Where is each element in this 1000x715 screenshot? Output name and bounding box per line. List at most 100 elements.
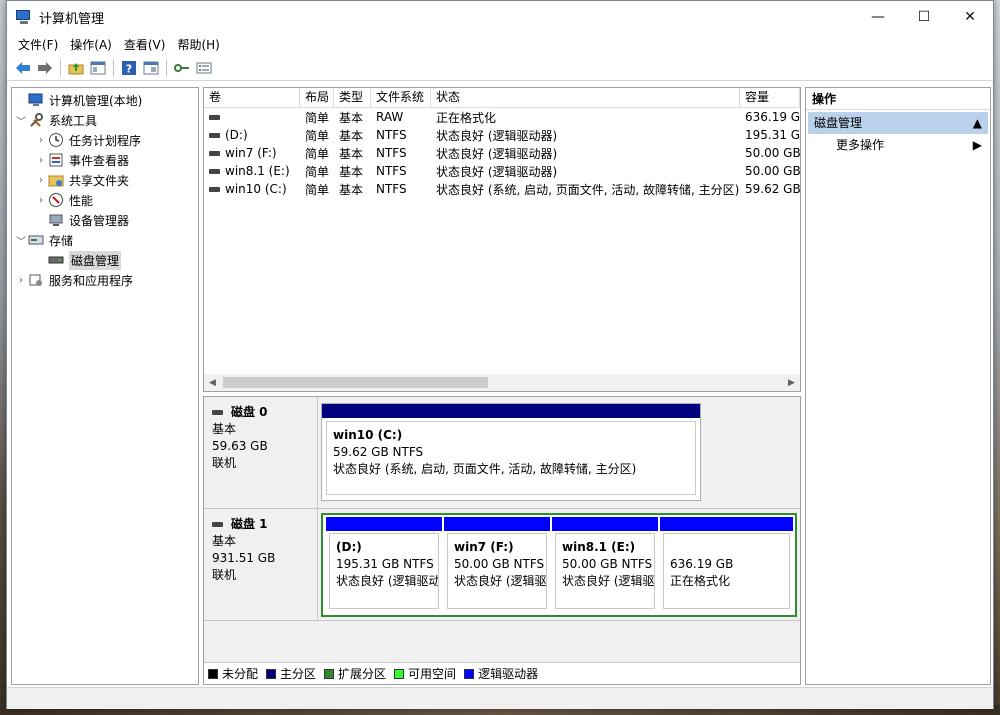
tree-item-system-tools[interactable]: ﹀ 系统工具 xyxy=(12,110,198,130)
tree-item-root[interactable]: 计算机管理(本地) xyxy=(12,90,198,110)
logical-drive-bar xyxy=(552,517,658,531)
scroll-thumb[interactable] xyxy=(223,377,488,388)
volume-name: win7 (F:) xyxy=(225,146,277,160)
legend-logical: 逻辑驱动器 xyxy=(464,665,538,682)
menu-bar: 文件(F) 操作(A) 查看(V) 帮助(H) xyxy=(7,33,993,55)
tree-item-storage[interactable]: ﹀ 存储 xyxy=(12,230,198,250)
console-tree[interactable]: 计算机管理(本地) ﹀ 系统工具 › 任务计划程序 › 事件查看器 › 共享文件… xyxy=(11,87,199,685)
volume-icon xyxy=(209,151,220,156)
extended-partition[interactable]: (D:) 195.31 GB NTFS 状态良好 (逻辑驱动器) win7 (F xyxy=(321,513,797,617)
cell-capacity: 59.62 GB xyxy=(745,182,800,196)
expanded-chevron-icon[interactable]: ﹀ xyxy=(14,113,28,128)
cell-filesystem: RAW xyxy=(376,110,404,124)
help-button[interactable]: ? xyxy=(118,57,140,79)
disk-icon xyxy=(212,410,223,415)
show-hide-tree-button[interactable] xyxy=(87,57,109,79)
legend-label: 主分区 xyxy=(280,667,317,681)
table-row[interactable]: win10 (C:) 简单 基本 NTFS 状态良好 (系统, 启动, 页面文件… xyxy=(204,180,800,198)
disk-0-info[interactable]: 磁盘 0 基本 59.63 GB 联机 xyxy=(204,397,318,508)
volume-name: win8.1 (E:) xyxy=(225,164,290,178)
collapsed-chevron-icon[interactable]: › xyxy=(34,195,48,206)
back-button[interactable] xyxy=(12,57,34,79)
partition-formatting[interactable]: 636.19 GB 正在格式化 xyxy=(660,517,793,613)
tree-item-event-viewer[interactable]: › 事件查看器 xyxy=(12,150,198,170)
more-actions[interactable]: 更多操作 ▶ xyxy=(806,134,990,156)
logical-drive-bar xyxy=(660,517,793,531)
scroll-right-icon[interactable]: ▶ xyxy=(783,378,800,388)
status-bar xyxy=(7,687,993,709)
menu-file[interactable]: 文件(F) xyxy=(12,36,64,53)
legend-label: 可用空间 xyxy=(408,667,457,681)
tree-label: 存储 xyxy=(49,233,74,248)
disk-icon xyxy=(212,522,223,527)
collapse-up-icon[interactable]: ▲ xyxy=(973,112,982,134)
connect-button[interactable] xyxy=(171,57,193,79)
more-actions-label: 更多操作 xyxy=(836,138,885,152)
column-header-layout[interactable]: 布局 xyxy=(300,88,334,107)
collapsed-chevron-icon[interactable]: › xyxy=(14,275,28,286)
tree-item-performance[interactable]: › 性能 xyxy=(12,190,198,210)
scroll-track[interactable] xyxy=(221,374,783,391)
collapsed-chevron-icon[interactable]: › xyxy=(34,135,48,146)
disk-size: 59.63 GB xyxy=(212,439,268,453)
legend-swatch xyxy=(266,668,277,679)
toolbar-separator xyxy=(113,58,114,77)
column-header-capacity[interactable]: 容量 xyxy=(740,88,800,107)
tree-item-disk-management[interactable]: 磁盘管理 xyxy=(12,250,198,270)
maximize-button[interactable]: ☐ xyxy=(901,1,947,33)
logical-drive-bar xyxy=(326,517,442,531)
column-header-filesystem[interactable]: 文件系统 xyxy=(371,88,431,107)
disk-state: 联机 xyxy=(212,456,237,470)
disk-1-row: 磁盘 1 基本 931.51 GB 联机 (D:) 195.31 GB NTFS xyxy=(204,509,800,621)
expanded-chevron-icon[interactable]: ﹀ xyxy=(14,233,28,248)
disk-graphical-view[interactable]: 磁盘 0 基本 59.63 GB 联机 win10 (C:) 59.62 GB … xyxy=(203,396,801,685)
cell-layout: 简单 xyxy=(305,128,330,143)
shared-folder-icon xyxy=(48,172,64,188)
actions-section-label: 磁盘管理 xyxy=(814,116,863,130)
legend-label: 逻辑驱动器 xyxy=(478,667,539,681)
menu-help[interactable]: 帮助(H) xyxy=(171,36,225,53)
tree-item-shared-folders[interactable]: › 共享文件夹 xyxy=(12,170,198,190)
tree-item-task-scheduler[interactable]: › 任务计划程序 xyxy=(12,130,198,150)
collapsed-chevron-icon[interactable]: › xyxy=(34,175,48,186)
table-row[interactable]: 简单 基本 RAW 正在格式化 636.19 G xyxy=(204,108,800,126)
menu-action[interactable]: 操作(A) xyxy=(64,36,118,53)
partition-f[interactable]: win7 (F:) 50.00 GB NTFS 状态良好 (逻辑驱动器) xyxy=(444,517,550,613)
legend-label: 扩展分区 xyxy=(338,667,387,681)
partition-c[interactable]: win10 (C:) 59.62 GB NTFS 状态良好 (系统, 启动, 页… xyxy=(321,403,701,501)
title-bar[interactable]: 计算机管理 — ☐ ✕ xyxy=(7,1,993,33)
tree-item-services-apps[interactable]: › 服务和应用程序 xyxy=(12,270,198,290)
menu-view[interactable]: 查看(V) xyxy=(118,36,172,53)
volume-list[interactable]: 卷 布局 类型 文件系统 状态 容量 简单 基本 RAW 正在格式化 636.1… xyxy=(203,87,801,392)
disk-name: 磁盘 0 xyxy=(231,405,268,419)
volume-name: (D:) xyxy=(225,128,248,142)
partition-e[interactable]: win8.1 (E:) 50.00 GB NTFS 状态良好 (逻辑驱动器) xyxy=(552,517,658,613)
close-button[interactable]: ✕ xyxy=(947,1,993,33)
table-row[interactable]: win7 (F:) 简单 基本 NTFS 状态良好 (逻辑驱动器) 50.00 … xyxy=(204,144,800,162)
minimize-button[interactable]: — xyxy=(855,1,901,33)
cell-status: 正在格式化 xyxy=(436,110,497,125)
table-row[interactable]: win8.1 (E:) 简单 基本 NTFS 状态良好 (逻辑驱动器) 50.0… xyxy=(204,162,800,180)
up-level-button[interactable] xyxy=(65,57,87,79)
partition-status: 正在格式化 xyxy=(670,574,731,588)
tree-label: 磁盘管理 xyxy=(69,250,122,270)
forward-button[interactable] xyxy=(34,57,56,79)
collapsed-chevron-icon[interactable]: › xyxy=(34,155,48,166)
table-row[interactable]: (D:) 简单 基本 NTFS 状态良好 (逻辑驱动器) 195.31 G xyxy=(204,126,800,144)
tree-item-device-manager[interactable]: 设备管理器 xyxy=(12,210,198,230)
actions-disk-management[interactable]: 磁盘管理 ▲ xyxy=(808,112,988,134)
column-header-volume[interactable]: 卷 xyxy=(204,88,300,107)
column-header-status[interactable]: 状态 xyxy=(431,88,740,107)
partition-size: 50.00 GB NTFS xyxy=(454,557,545,571)
disk-1-info[interactable]: 磁盘 1 基本 931.51 GB 联机 xyxy=(204,509,318,620)
properties-button[interactable] xyxy=(140,57,162,79)
partition-status: 状态良好 (系统, 启动, 页面文件, 活动, 故障转储, 主分区) xyxy=(333,462,637,476)
column-header-type[interactable]: 类型 xyxy=(334,88,371,107)
disk-state: 联机 xyxy=(212,568,237,582)
view-list-button[interactable] xyxy=(193,57,215,79)
scroll-left-icon[interactable]: ◀ xyxy=(204,378,221,388)
partition-d[interactable]: (D:) 195.31 GB NTFS 状态良好 (逻辑驱动器) xyxy=(326,517,442,613)
partition-status: 状态良好 (逻辑驱动器) xyxy=(562,574,654,588)
horizontal-scrollbar[interactable]: ◀ ▶ xyxy=(204,374,800,391)
cell-layout: 简单 xyxy=(305,110,330,125)
